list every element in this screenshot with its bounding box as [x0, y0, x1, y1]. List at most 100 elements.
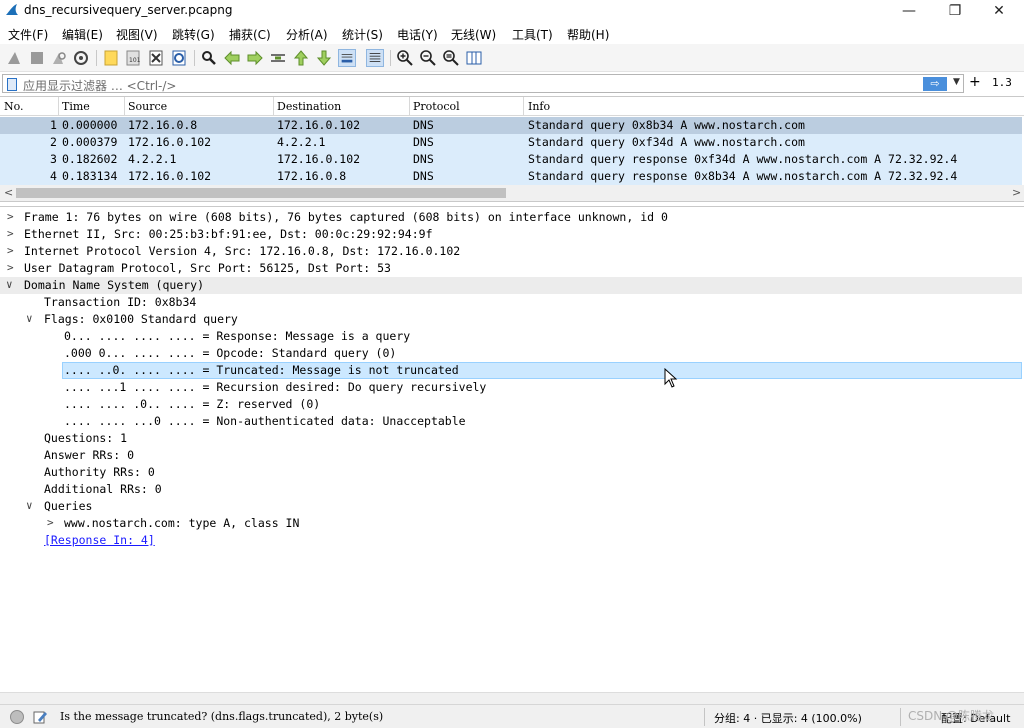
column-header-protocol[interactable]: Protocol: [413, 100, 460, 113]
filter-dropdown-icon[interactable]: ▼: [953, 77, 960, 87]
tree-item-transaction-id[interactable]: Transaction ID: 0x8b34: [0, 294, 1022, 311]
add-filter-button[interactable]: +: [969, 74, 981, 90]
column-divider[interactable]: [273, 97, 274, 116]
svg-text:101: 101: [129, 57, 141, 64]
open-folder-icon[interactable]: [102, 49, 120, 67]
tree-item-frame[interactable]: > Frame 1: 76 bytes on wire (608 bits), …: [0, 209, 1022, 226]
column-divider[interactable]: [58, 97, 59, 116]
colorize-icon[interactable]: [366, 49, 384, 67]
column-divider[interactable]: [124, 97, 125, 116]
stop-icon[interactable]: [28, 49, 46, 67]
menu-view[interactable]: 视图(V): [116, 26, 158, 43]
packet-list-header: No. Time Source Destination Protocol Inf…: [0, 97, 1024, 116]
go-first-icon[interactable]: [292, 49, 310, 67]
column-header-info[interactable]: Info: [528, 100, 550, 113]
save-file-icon[interactable]: 101: [124, 49, 142, 67]
bookmark-icon[interactable]: [7, 78, 17, 91]
collapse-chevron-icon[interactable]: ∨: [26, 499, 33, 512]
packet-list-hscrollbar[interactable]: < >: [0, 185, 1024, 201]
tree-item-authority-rrs[interactable]: Authority RRs: 0: [0, 464, 1022, 481]
menu-telephony[interactable]: 电话(Y): [397, 26, 438, 43]
expand-chevron-icon[interactable]: >: [7, 227, 14, 240]
response-in-link[interactable]: [Response In: 4]: [44, 533, 155, 547]
resize-columns-icon[interactable]: [465, 49, 483, 67]
zoom-normal-icon[interactable]: [442, 49, 460, 67]
menu-edit[interactable]: 编辑(E): [62, 26, 103, 43]
zoom-in-icon[interactable]: [396, 49, 414, 67]
scroll-right-icon[interactable]: >: [1012, 186, 1021, 199]
tree-item-answer-rrs[interactable]: Answer RRs: 0: [0, 447, 1022, 464]
toolbar-separator: [96, 50, 97, 66]
menu-wireless[interactable]: 无线(W): [451, 26, 496, 43]
apply-filter-arrow-icon[interactable]: ⇨: [923, 77, 947, 91]
close-button[interactable]: ✕: [976, 0, 1022, 22]
expand-chevron-icon[interactable]: >: [7, 244, 14, 257]
tree-item-flag-opcode[interactable]: .000 0... .... .... = Opcode: Standard q…: [0, 345, 1022, 362]
menu-bar: 文件(F) 编辑(E) 视图(V) 跳转(G) 捕获(C) 分析(A) 统计(S…: [0, 22, 1024, 44]
collapse-chevron-icon[interactable]: ∨: [6, 278, 13, 291]
menu-capture[interactable]: 捕获(C): [229, 26, 271, 43]
column-header-time[interactable]: Time: [62, 100, 90, 113]
tree-item-flag-recursion[interactable]: .... ...1 .... .... = Recursion desired:…: [0, 379, 1022, 396]
tree-item-flag-z[interactable]: .... .... .0.. .... = Z: reserved (0): [0, 396, 1022, 413]
expand-chevron-icon[interactable]: >: [7, 210, 14, 223]
collapse-chevron-icon[interactable]: ∨: [26, 312, 33, 325]
tree-item-dns[interactable]: ∨ Domain Name System (query): [0, 277, 1022, 294]
tree-item-flag-truncated[interactable]: .... ..0. .... .... = Truncated: Message…: [0, 362, 1022, 379]
packet-row[interactable]: 2 0.000379 172.16.0.102 4.2.2.1 DNS Stan…: [0, 134, 1022, 151]
tree-item-flag-non-auth[interactable]: .... .... ...0 .... = Non-authenticated …: [0, 413, 1022, 430]
packet-row[interactable]: 1 0.000000 172.16.0.8 172.16.0.102 DNS S…: [0, 117, 1022, 134]
restart-icon[interactable]: [50, 49, 68, 67]
packet-row[interactable]: 4 0.183134 172.16.0.102 172.16.0.8 DNS S…: [0, 168, 1022, 185]
expand-chevron-icon[interactable]: >: [7, 261, 14, 274]
maximize-button[interactable]: ❐: [932, 0, 978, 22]
packet-row[interactable]: 3 0.182602 4.2.2.1 172.16.0.102 DNS Stan…: [0, 151, 1022, 168]
close-file-icon[interactable]: [147, 49, 165, 67]
details-hscrollbar[interactable]: [0, 692, 1024, 704]
capture-comment-icon[interactable]: [32, 709, 48, 725]
scrollbar-thumb[interactable]: [16, 188, 506, 198]
options-gear-icon[interactable]: [72, 49, 90, 67]
shark-fin-start-icon[interactable]: [6, 49, 24, 67]
tree-item-flag-response[interactable]: 0... .... .... .... = Response: Message …: [0, 328, 1022, 345]
menu-go[interactable]: 跳转(G): [172, 26, 215, 43]
tree-item-flags[interactable]: ∨ Flags: 0x0100 Standard query: [0, 311, 1022, 328]
go-back-icon[interactable]: [223, 49, 241, 67]
menu-tools[interactable]: 工具(T): [512, 26, 553, 43]
menu-help[interactable]: 帮助(H): [567, 26, 609, 43]
display-filter-bar: 应用显示过滤器 … <Ctrl-/> ⇨ ▼ + 1.3: [0, 73, 1024, 95]
go-to-packet-icon[interactable]: [269, 49, 287, 67]
scroll-left-icon[interactable]: <: [4, 186, 13, 199]
column-divider[interactable]: [523, 97, 524, 116]
column-header-source[interactable]: Source: [128, 100, 167, 113]
find-icon[interactable]: [200, 49, 218, 67]
column-header-destination[interactable]: Destination: [277, 100, 341, 113]
main-toolbar: 101: [0, 44, 1024, 72]
tree-item-ip[interactable]: > Internet Protocol Version 4, Src: 172.…: [0, 243, 1022, 260]
expert-info-icon[interactable]: [10, 710, 24, 724]
tree-item-additional-rrs[interactable]: Additional RRs: 0: [0, 481, 1022, 498]
zoom-out-icon[interactable]: [419, 49, 437, 67]
column-header-no[interactable]: No.: [4, 100, 24, 113]
go-forward-icon[interactable]: [246, 49, 264, 67]
menu-file[interactable]: 文件(F): [8, 26, 48, 43]
go-last-icon[interactable]: [315, 49, 333, 67]
minimize-button[interactable]: —: [886, 0, 932, 22]
filter-expression-version: 1.3: [992, 76, 1012, 89]
packet-list: No. Time Source Destination Protocol Inf…: [0, 96, 1024, 202]
display-filter-input[interactable]: 应用显示过滤器 … <Ctrl-/> ⇨ ▼: [2, 74, 964, 93]
tree-item-queries[interactable]: ∨ Queries: [0, 498, 1022, 515]
reload-icon[interactable]: [170, 49, 188, 67]
autoscroll-icon[interactable]: [338, 49, 356, 67]
menu-statistics[interactable]: 统计(S): [342, 26, 383, 43]
menu-analyze[interactable]: 分析(A): [286, 26, 328, 43]
tree-item-response-in[interactable]: [Response In: 4]: [0, 532, 1022, 549]
tree-item-questions[interactable]: Questions: 1: [0, 430, 1022, 447]
status-message: Is the message truncated? (dns.flags.tru…: [60, 710, 384, 723]
expand-chevron-icon[interactable]: >: [47, 516, 54, 529]
tree-item-ethernet[interactable]: > Ethernet II, Src: 00:25:b3:bf:91:ee, D…: [0, 226, 1022, 243]
tree-item-udp[interactable]: > User Datagram Protocol, Src Port: 5612…: [0, 260, 1022, 277]
tree-item-query[interactable]: > www.nostarch.com: type A, class IN: [0, 515, 1022, 532]
column-divider[interactable]: [409, 97, 410, 116]
packet-count: 分组: 4 · 已显示: 4 (100.0%): [714, 712, 862, 725]
